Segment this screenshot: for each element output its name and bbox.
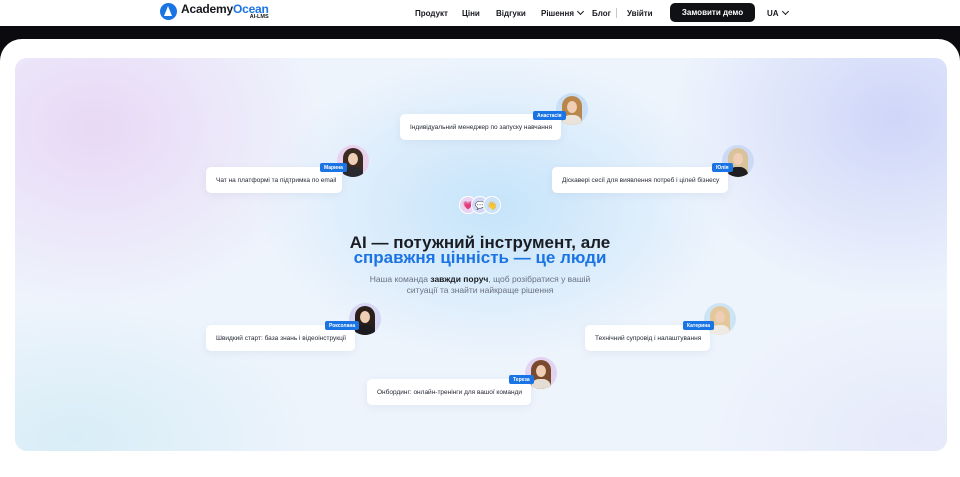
chevron-down-icon [781, 7, 789, 16]
nav-login[interactable]: Увійти [627, 0, 653, 26]
card-text: Чат на платформі та підтримка по email [216, 176, 337, 184]
subtitle-bold: завжди поруч [430, 274, 489, 284]
section-subtitle: Наша команда завжди поруч, щоб розібрати… [360, 274, 600, 296]
nav-reviews-label: Відгуки [496, 8, 526, 18]
nav-prices-label: Ціни [462, 8, 480, 18]
logo[interactable]: AcademyOcean AI-LMS [160, 3, 269, 21]
avatar-marina [337, 145, 369, 177]
language-label: UA [767, 8, 779, 18]
card-text: Діскавері сесії для виявлення потреб і ц… [562, 176, 720, 184]
name-tag: Марина [320, 163, 347, 172]
nav-prices[interactable]: Ціни [462, 0, 480, 26]
nav-reviews[interactable]: Відгуки [496, 0, 526, 26]
name-tag: Тереза [509, 375, 534, 384]
card-onboarding: Онбординг: онлайн-тренінги для вашої ком… [367, 379, 531, 405]
card-text: Технічний супровід і налаштування [595, 334, 702, 342]
name-tag: Роксолана [325, 321, 360, 330]
nav-login-label: Увійти [627, 8, 653, 18]
avatar-yulia [722, 145, 754, 177]
card-discovery-sessions: Діскавері сесії для виявлення потреб і ц… [552, 167, 728, 193]
name-tag: Катерина [683, 321, 715, 330]
name-tag: Анастасія [533, 111, 566, 120]
nav-blog[interactable]: Блог [592, 0, 611, 26]
card-text: Швидкий старт: база знань і відеоінструк… [216, 334, 347, 342]
card-text: Онбординг: онлайн-тренінги для вашої ком… [377, 388, 523, 396]
order-demo-button[interactable]: Замовити демо [670, 3, 755, 22]
nav-divider [616, 8, 617, 18]
site-header: AcademyOcean AI-LMS Продукт Ціни Відгуки… [0, 0, 960, 26]
name-tag: Юлія [712, 163, 733, 172]
nav-solutions-dropdown[interactable]: Рішення [541, 0, 585, 26]
card-text: Індивідуальний менеджер по запуску навча… [410, 123, 552, 131]
subtitle-text: Наша команда [369, 274, 431, 284]
avatar-kateryna [704, 303, 736, 335]
nav-product[interactable]: Продукт [415, 0, 448, 26]
chevron-down-icon [576, 7, 585, 16]
reaction-bubbles: 💗 💬 👋 [459, 196, 505, 214]
section-title-line2: справжня цінність — це люди [353, 248, 607, 267]
nav-blog-label: Блог [592, 8, 611, 18]
nav-product-label: Продукт [415, 8, 448, 18]
language-selector[interactable]: UA [767, 0, 789, 26]
logo-name-part1: Academy [181, 2, 233, 16]
avatar-tereza [525, 357, 557, 389]
avatar-anastasia [556, 93, 588, 125]
nav-solutions-label: Рішення [541, 8, 575, 18]
logo-icon [160, 3, 177, 21]
avatar-roksolana [349, 303, 381, 335]
wave-hand-icon: 👋 [483, 196, 501, 214]
